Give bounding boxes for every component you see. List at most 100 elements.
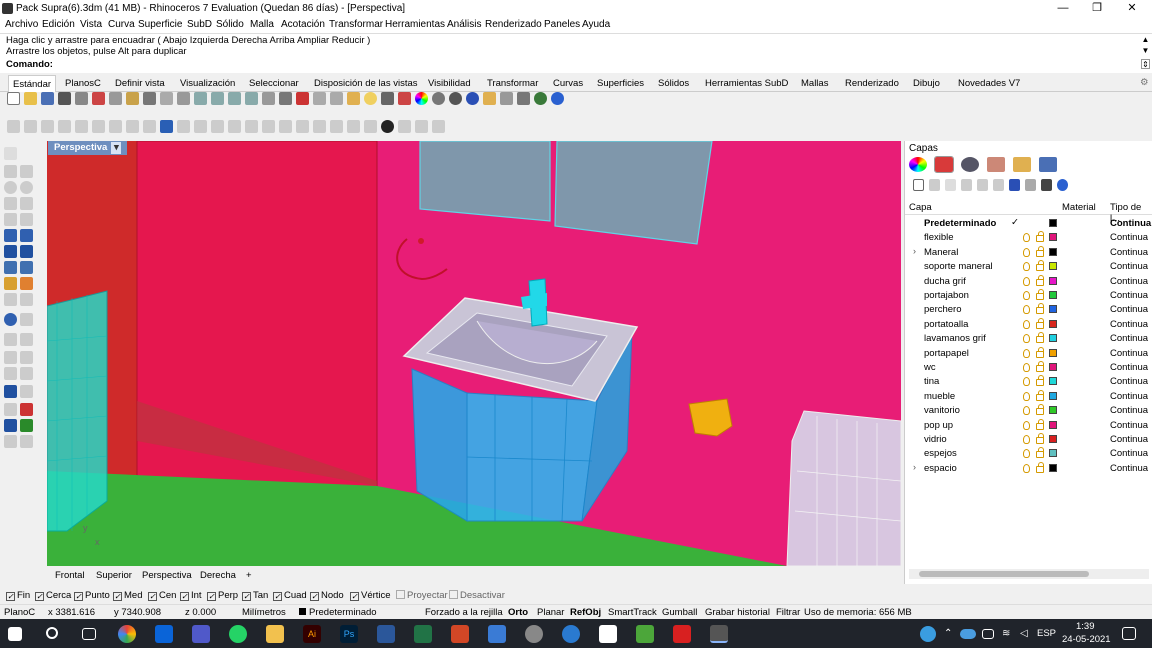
tab-perspectiva[interactable]: Perspectiva bbox=[142, 570, 192, 581]
status-cplane[interactable]: PlanoC bbox=[4, 607, 35, 618]
visible-bulb-icon[interactable] bbox=[1023, 262, 1030, 272]
cage-edit-icon[interactable] bbox=[4, 385, 17, 398]
unlock-icon[interactable] bbox=[1036, 375, 1044, 387]
four-viewports-icon[interactable] bbox=[279, 92, 292, 105]
tab-novedades[interactable]: Novedades V7 bbox=[958, 78, 1020, 89]
freeform-curve-icon[interactable] bbox=[4, 197, 17, 210]
text-icon[interactable] bbox=[177, 120, 190, 133]
layer-color-swatch[interactable] bbox=[1049, 420, 1057, 429]
object-properties-icon[interactable] bbox=[415, 92, 428, 105]
layer-color-swatch[interactable] bbox=[1049, 219, 1057, 227]
new-layer-icon[interactable] bbox=[913, 179, 924, 191]
osnap-vertice[interactable]: ✓ Vértice bbox=[350, 590, 391, 601]
onedrive-icon[interactable] bbox=[960, 629, 976, 639]
layer-linetype[interactable]: Continua bbox=[1110, 420, 1148, 431]
layer-row[interactable]: › espacio Continua bbox=[905, 461, 1152, 476]
maximize-button[interactable]: ❐ bbox=[1082, 1, 1112, 16]
layer-row[interactable]: perchero Continua bbox=[905, 303, 1152, 317]
acrobat-icon[interactable] bbox=[673, 625, 691, 643]
chrome-icon[interactable] bbox=[118, 625, 136, 643]
close-button[interactable]: ✕ bbox=[1117, 1, 1147, 16]
layer-linetype[interactable]: Continua bbox=[1110, 463, 1148, 474]
unlock-icon[interactable] bbox=[1036, 260, 1044, 272]
tab-visibilidad[interactable]: Visibilidad bbox=[428, 78, 471, 89]
visible-bulb-icon[interactable] bbox=[1023, 233, 1030, 243]
scroll-up-icon[interactable]: ▲ bbox=[1141, 35, 1150, 45]
illustrator-icon[interactable]: Ai bbox=[303, 625, 321, 643]
tab-dibujo[interactable]: Dibujo bbox=[913, 78, 940, 89]
menu-superficie[interactable]: Superficie bbox=[138, 19, 182, 30]
status-osnap[interactable]: RefObj bbox=[570, 607, 601, 618]
layer-row[interactable]: soporte maneral Continua bbox=[905, 260, 1152, 274]
sketchup-icon[interactable] bbox=[636, 625, 654, 643]
unlock-icon[interactable] bbox=[1036, 289, 1044, 300]
volume-icon[interactable]: ◁ bbox=[1020, 628, 1032, 640]
layer-linetype[interactable]: Continua bbox=[1110, 434, 1148, 445]
visible-bulb-icon[interactable] bbox=[1023, 334, 1030, 344]
tab-disposicion[interactable]: Disposición de las vistas bbox=[314, 78, 418, 89]
status-planar[interactable]: Planar bbox=[537, 607, 564, 618]
visible-bulb-icon[interactable] bbox=[1023, 291, 1030, 300]
cplane-icon[interactable] bbox=[296, 92, 309, 105]
layer-color-swatch[interactable] bbox=[1049, 391, 1057, 400]
tab-derecha[interactable]: Derecha bbox=[200, 570, 236, 581]
tab-frontal[interactable]: Frontal bbox=[55, 570, 85, 581]
materials-tab-icon[interactable] bbox=[961, 157, 979, 172]
status-ortho[interactable]: Orto bbox=[508, 607, 528, 618]
layer-color-swatch[interactable] bbox=[1049, 449, 1057, 458]
layers-tab-icon[interactable] bbox=[934, 156, 954, 173]
named-views-icon[interactable] bbox=[313, 92, 326, 105]
layer-linetype[interactable]: Continua bbox=[1110, 261, 1148, 272]
rotate-icon[interactable] bbox=[398, 120, 411, 133]
osnap-cen[interactable]: ✓ Cen bbox=[148, 590, 176, 601]
open-folder-icon[interactable] bbox=[24, 92, 37, 105]
status-layer[interactable]: Predeterminado bbox=[309, 607, 377, 618]
sphere-icon[interactable] bbox=[381, 120, 394, 133]
properties-tool-icon[interactable] bbox=[20, 435, 33, 448]
named-views-tab-icon[interactable] bbox=[1039, 157, 1057, 172]
layer-linetype[interactable]: Continua bbox=[1110, 348, 1148, 359]
block-icon[interactable] bbox=[432, 120, 445, 133]
col-material[interactable]: Material bbox=[1062, 202, 1096, 213]
visible-bulb-icon[interactable] bbox=[1023, 319, 1030, 329]
layer-row[interactable]: Predeterminado ✓ Continua bbox=[905, 217, 1152, 231]
curve-tool-icon[interactable] bbox=[41, 120, 54, 133]
notion-icon[interactable] bbox=[599, 625, 617, 643]
layer-color-swatch[interactable] bbox=[1049, 406, 1057, 415]
tab-solidos[interactable]: Sólidos bbox=[658, 78, 689, 89]
search-icon[interactable] bbox=[46, 627, 58, 639]
osnap-cuad[interactable]: ✓ Cuad bbox=[273, 590, 307, 601]
layer-row[interactable]: flexible Continua bbox=[905, 231, 1152, 245]
file-explorer-icon[interactable] bbox=[266, 625, 284, 643]
visible-bulb-icon[interactable] bbox=[1023, 348, 1030, 358]
menu-analisis[interactable]: Análisis bbox=[447, 19, 481, 30]
analyze-icon[interactable] bbox=[4, 435, 17, 448]
layer-linetype[interactable]: Continua bbox=[1110, 218, 1151, 229]
tab-definir-vista[interactable]: Definir vista bbox=[115, 78, 165, 89]
solid-sphere-icon[interactable] bbox=[20, 245, 33, 258]
layer-linetype[interactable]: Continua bbox=[1110, 405, 1148, 416]
scroll-down-icon[interactable]: ▼ bbox=[1141, 46, 1150, 56]
layer-row[interactable]: ducha grif Continua bbox=[905, 274, 1152, 289]
point-icon[interactable] bbox=[4, 165, 17, 178]
visible-bulb-icon[interactable] bbox=[1023, 363, 1030, 372]
menu-paneles[interactable]: Paneles bbox=[544, 19, 580, 30]
layer-linetype[interactable]: Continua bbox=[1110, 362, 1148, 373]
layer-row[interactable]: vidrio Continua bbox=[905, 433, 1152, 447]
layer-linetype[interactable]: Continua bbox=[1110, 319, 1148, 330]
menu-malla[interactable]: Malla bbox=[250, 19, 274, 30]
array-tool-icon[interactable] bbox=[4, 403, 17, 416]
scale-icon[interactable] bbox=[415, 120, 428, 133]
command-input[interactable] bbox=[52, 58, 1132, 70]
task-view-icon[interactable] bbox=[82, 628, 96, 640]
panel-horizontal-scrollbar[interactable] bbox=[909, 569, 1149, 579]
whatsapp-icon[interactable] bbox=[229, 625, 247, 643]
zoom-window-icon[interactable] bbox=[211, 92, 224, 105]
unlock-icon[interactable] bbox=[1036, 231, 1044, 243]
paste-icon[interactable] bbox=[126, 92, 139, 105]
visible-bulb-icon[interactable] bbox=[1023, 463, 1030, 473]
layer-linetype[interactable]: Continua bbox=[1110, 376, 1148, 387]
leader-icon[interactable] bbox=[228, 120, 241, 133]
layer-linetype[interactable]: Continua bbox=[1110, 448, 1148, 459]
import-icon[interactable] bbox=[75, 92, 88, 105]
